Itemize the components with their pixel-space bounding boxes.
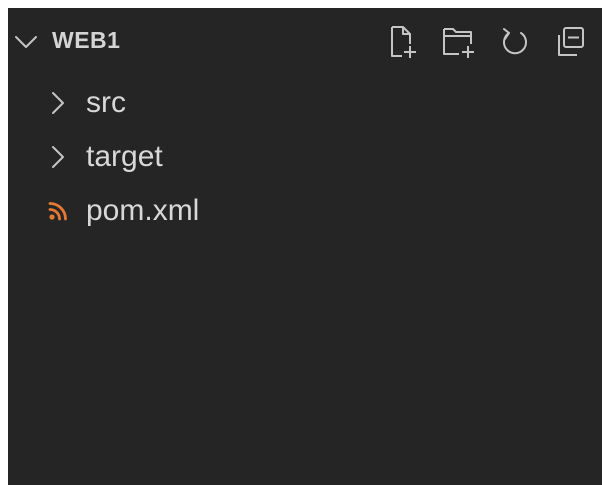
new-file-icon <box>391 26 416 58</box>
new-file-button[interactable] <box>384 22 422 62</box>
chevron-right-icon <box>52 92 64 114</box>
tree-item-label: pom.xml <box>86 194 200 227</box>
tree-item-target[interactable]: target <box>8 130 602 184</box>
collapse-all-icon <box>558 27 584 56</box>
new-folder-icon <box>443 28 474 58</box>
chevron-right-icon <box>52 146 64 168</box>
tree-item-label: src <box>86 86 126 119</box>
explorer-panel: WEB1 src target pom.xml <box>8 8 602 485</box>
collapse-all-button[interactable] <box>552 22 590 62</box>
refresh-icon <box>503 28 527 55</box>
explorer-actions <box>384 22 590 62</box>
chevron-down-icon[interactable] <box>12 30 40 54</box>
tree-item-label: target <box>86 140 163 173</box>
tree-item-src[interactable]: src <box>8 76 602 130</box>
tree-item-pom-xml[interactable]: pom.xml <box>8 184 602 238</box>
workspace-title: WEB1 <box>52 27 121 53</box>
refresh-button[interactable] <box>496 22 534 62</box>
explorer-section-header[interactable]: WEB1 <box>8 20 602 64</box>
new-folder-button[interactable] <box>440 22 478 62</box>
rss-icon <box>48 202 67 221</box>
